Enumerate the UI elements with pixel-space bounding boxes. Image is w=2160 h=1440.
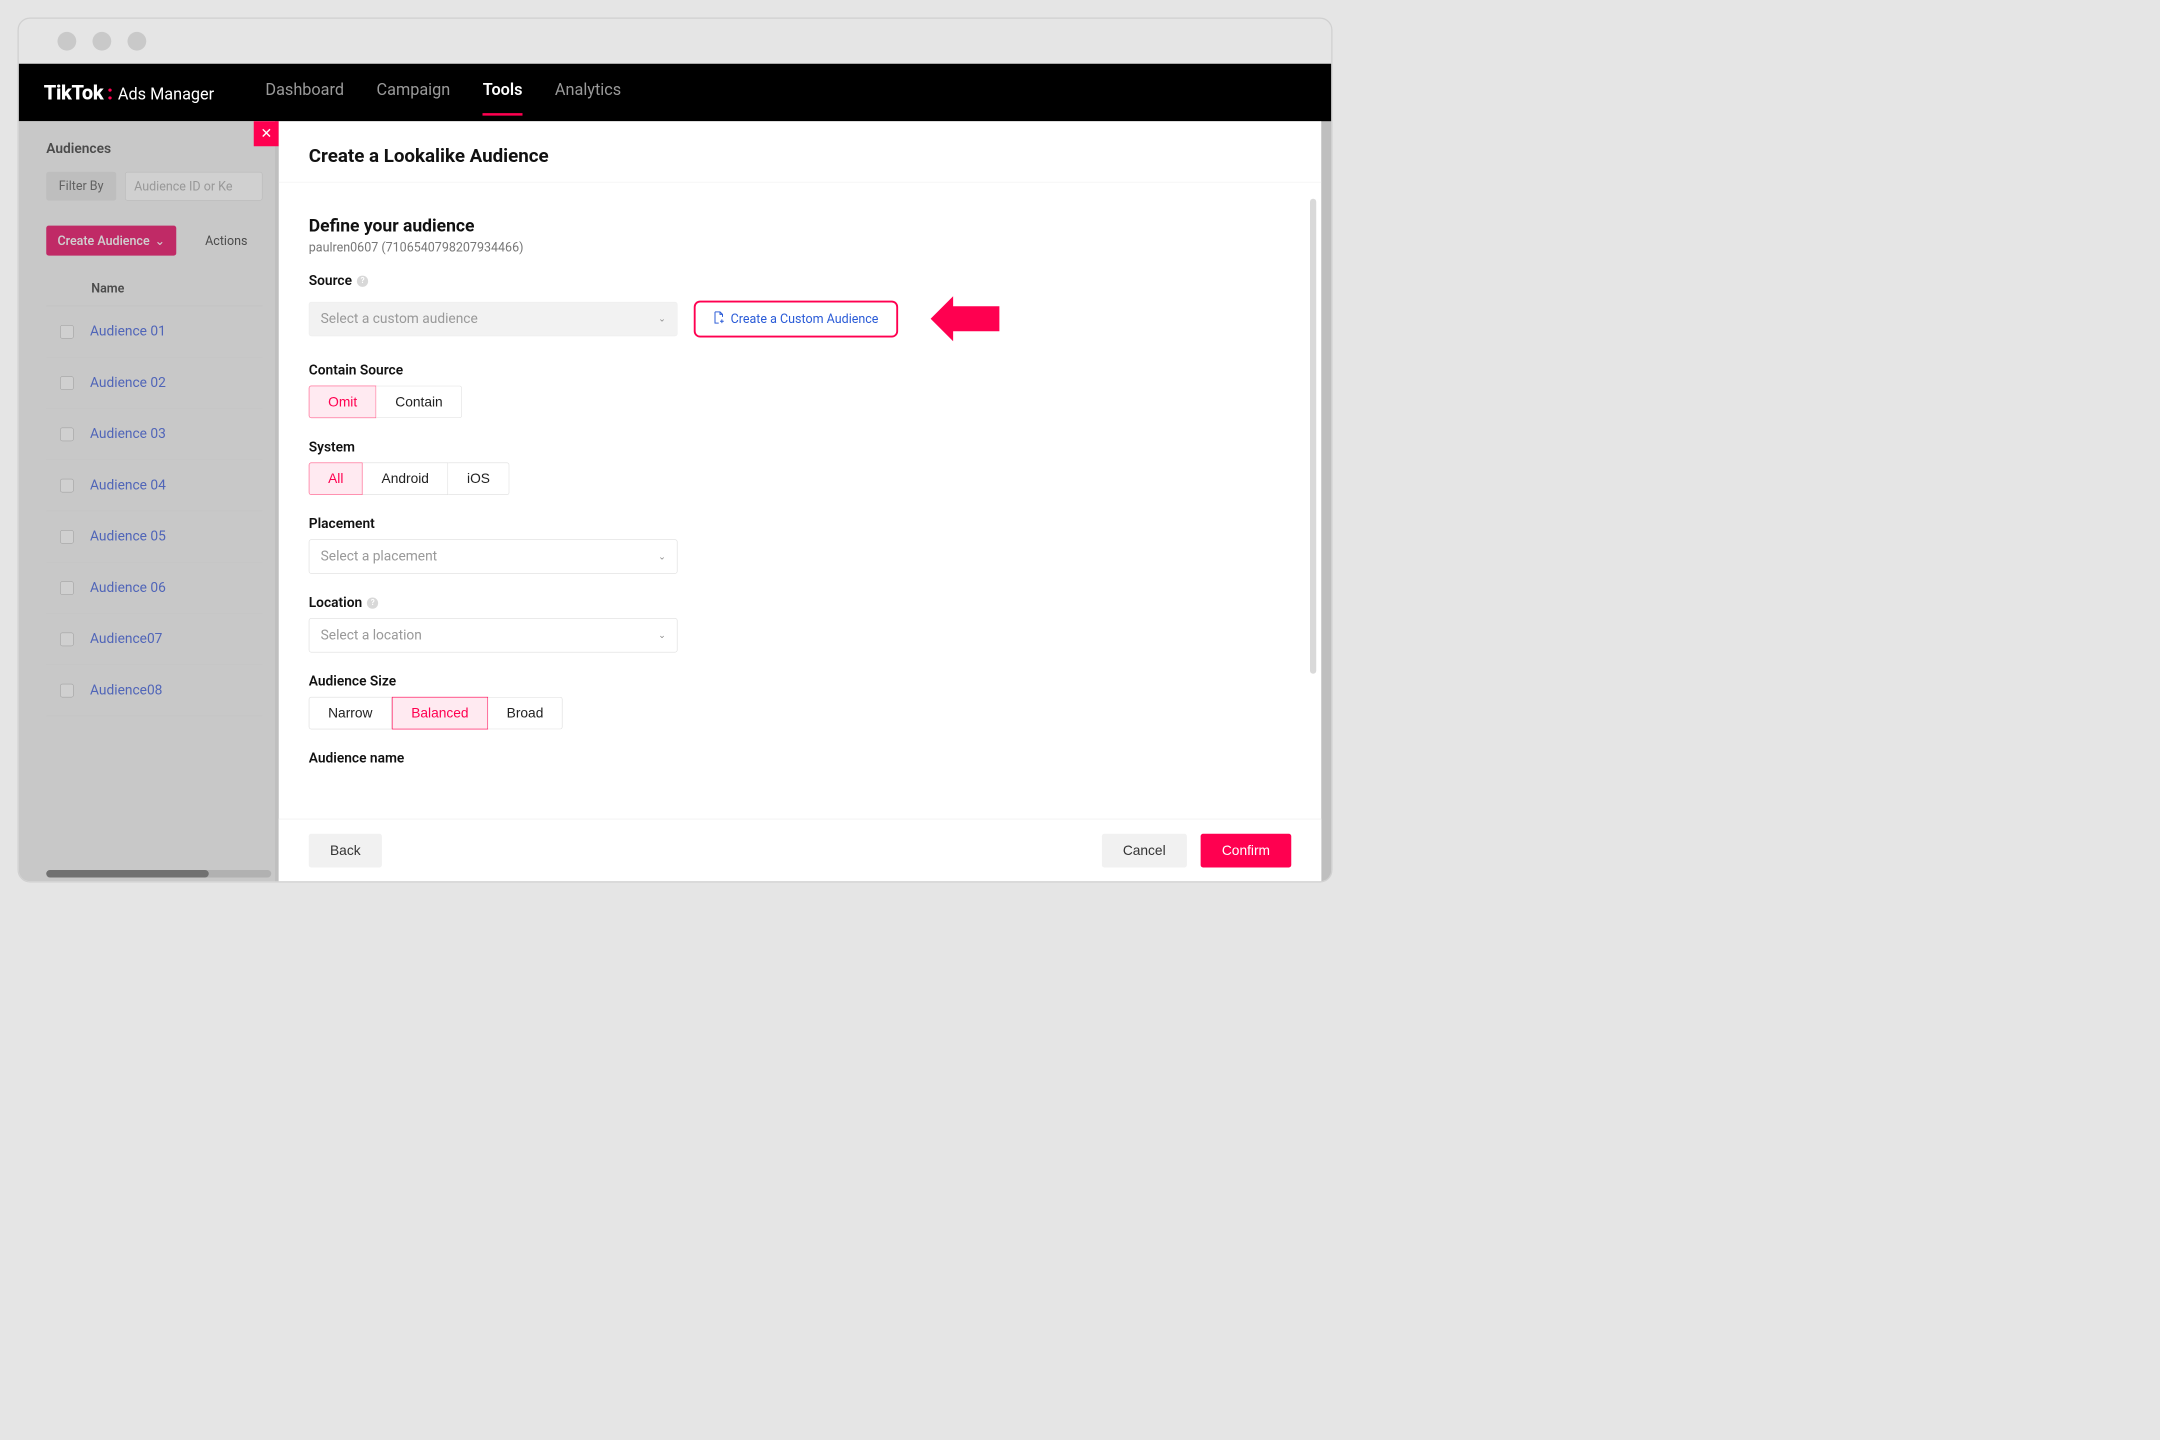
audience-size-segment: Narrow Balanced Broad — [309, 697, 1282, 730]
source-placeholder: Select a custom audience — [321, 311, 478, 327]
nav-items: Dashboard Campaign Tools Analytics — [265, 81, 621, 105]
chevron-down-icon: ⌄ — [658, 314, 665, 324]
help-icon[interactable]: ? — [357, 275, 368, 286]
panel-footer: Back Cancel Confirm — [279, 819, 1322, 882]
panel-title: Create a Lookalike Audience — [279, 121, 1322, 182]
audience-size-label: Audience Size — [309, 674, 1282, 690]
contain-source-segment: Omit Contain — [309, 386, 1282, 419]
footer-right: Cancel Confirm — [1102, 833, 1292, 867]
chevron-down-icon: ⌄ — [658, 630, 665, 640]
size-broad-option[interactable]: Broad — [488, 697, 563, 730]
source-label-text: Source — [309, 273, 352, 289]
field-contain-source: Contain Source Omit Contain — [309, 363, 1282, 419]
contain-source-label: Contain Source — [309, 363, 1282, 379]
system-label: System — [309, 439, 1282, 455]
traffic-light-min[interactable] — [93, 32, 112, 51]
source-label: Source ? — [309, 273, 1282, 289]
contain-contain-option[interactable]: Contain — [377, 386, 463, 419]
browser-frame: TikTok: Ads Manager Dashboard Campaign T… — [18, 18, 1333, 883]
field-audience-size: Audience Size Narrow Balanced Broad — [309, 674, 1282, 730]
field-audience-name: Audience name — [309, 751, 1282, 767]
source-row: Select a custom audience ⌄ Create a Cust… — [309, 296, 1282, 341]
create-custom-audience-text: Create a Custom Audience — [731, 311, 879, 326]
system-ios-option[interactable]: iOS — [448, 463, 509, 496]
system-all-option[interactable]: All — [309, 463, 363, 496]
create-lookalike-panel: Create a Lookalike Audience Define your … — [279, 121, 1322, 881]
field-system: System All Android iOS — [309, 439, 1282, 495]
audience-name-label: Audience name — [309, 751, 1282, 767]
location-label: Location ? — [309, 595, 1282, 611]
confirm-button[interactable]: Confirm — [1201, 833, 1292, 867]
back-button[interactable]: Back — [309, 833, 382, 867]
contain-omit-option[interactable]: Omit — [309, 386, 377, 419]
system-segment: All Android iOS — [309, 463, 1282, 496]
source-select[interactable]: Select a custom audience ⌄ — [309, 302, 678, 336]
window-titlebar — [19, 19, 1332, 64]
brand: TikTok: Ads Manager — [44, 81, 214, 105]
traffic-light-max[interactable] — [128, 32, 147, 51]
location-placeholder: Select a location — [321, 628, 422, 644]
section-define-audience: Define your audience — [309, 215, 1282, 236]
panel-scroll-area[interactable]: Define your audience paulren0607 (710654… — [279, 185, 1322, 819]
brand-colon-icon: : — [107, 81, 113, 105]
system-android-option[interactable]: Android — [363, 463, 449, 496]
field-placement: Placement Select a placement ⌄ — [309, 516, 1282, 574]
nav-campaign[interactable]: Campaign — [377, 81, 451, 105]
size-narrow-option[interactable]: Narrow — [309, 697, 392, 730]
brand-sub: Ads Manager — [118, 85, 214, 104]
traffic-light-close[interactable] — [58, 32, 77, 51]
brand-name: TikTok — [44, 81, 104, 105]
location-select[interactable]: Select a location ⌄ — [309, 618, 678, 652]
field-location: Location ? Select a location ⌄ — [309, 595, 1282, 653]
size-balanced-option[interactable]: Balanced — [392, 697, 488, 730]
close-icon[interactable]: ✕ — [254, 121, 279, 146]
account-subtext: paulren0607 (7106540798207934466) — [309, 239, 1282, 254]
nav-tools[interactable]: Tools — [483, 81, 523, 105]
workspace: Audiences Filter By Audience ID or Ke Cr… — [19, 121, 1332, 881]
document-plus-icon — [713, 311, 724, 327]
nav-analytics[interactable]: Analytics — [555, 81, 621, 105]
placement-select[interactable]: Select a placement ⌄ — [309, 539, 678, 573]
top-nav: TikTok: Ads Manager Dashboard Campaign T… — [19, 64, 1332, 122]
chevron-down-icon: ⌄ — [658, 552, 665, 562]
placement-placeholder: Select a placement — [321, 549, 438, 565]
callout-arrow-icon — [930, 296, 999, 341]
help-icon[interactable]: ? — [367, 597, 378, 608]
vertical-scrollbar[interactable] — [1310, 199, 1316, 674]
cancel-button[interactable]: Cancel — [1102, 833, 1187, 867]
create-custom-audience-link[interactable]: Create a Custom Audience — [694, 300, 898, 337]
field-source: Source ? Select a custom audience ⌄ Cr — [309, 273, 1282, 341]
nav-dashboard[interactable]: Dashboard — [265, 81, 344, 105]
placement-label: Placement — [309, 516, 1282, 532]
location-label-text: Location — [309, 595, 362, 611]
